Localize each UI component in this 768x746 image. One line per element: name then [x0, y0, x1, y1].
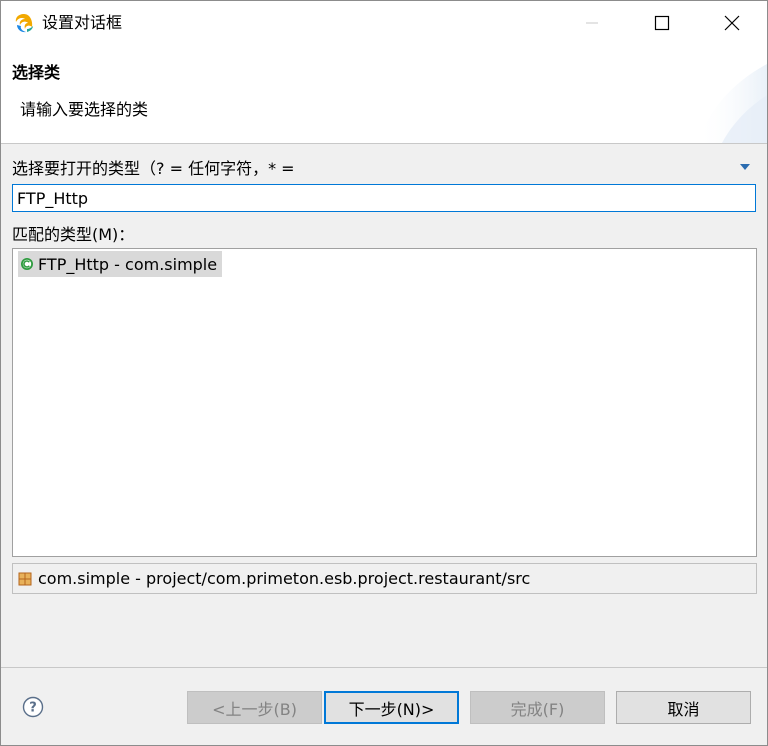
package-status-bar: com.simple - project/com.primeton.esb.pr… [12, 563, 757, 594]
list-item[interactable]: FTP_Http - com.simple [18, 251, 223, 277]
header-banner: 选择类 请输入要选择的类 [1, 45, 767, 144]
matching-types-list[interactable]: FTP_Http - com.simple [12, 248, 757, 557]
banner-title: 选择类 [12, 63, 61, 82]
package-path: com.simple - project/com.primeton.esb.pr… [38, 569, 531, 588]
back-button[interactable]: <上一步(B) [187, 691, 322, 724]
app-logo-icon [15, 14, 33, 33]
title-bar[interactable]: 设置对话框 [1, 1, 767, 45]
close-icon [724, 15, 740, 31]
window-title: 设置对话框 [42, 13, 123, 32]
minimize-button[interactable] [557, 1, 627, 45]
cancel-button[interactable]: 取消 [616, 691, 751, 724]
maximize-button[interactable] [627, 1, 697, 45]
search-label: 选择要打开的类型（? = 任何字符，* = [12, 159, 295, 178]
package-icon [18, 572, 32, 585]
footer-divider [1, 667, 767, 668]
next-button[interactable]: 下一步(N)> [324, 691, 459, 724]
dialog-window: 设置对话框 选择类 请输入要选择的类 选择要打开的类型（? = 任何字符，* =… [0, 0, 768, 746]
maximize-icon [654, 15, 670, 31]
dropdown-menu-icon[interactable] [739, 162, 751, 172]
minimize-icon [586, 22, 598, 24]
finish-button[interactable]: 完成(F) [470, 691, 605, 724]
banner-decoration-icon [697, 64, 767, 143]
matching-types-label: 匹配的类型(M)： [12, 225, 135, 244]
banner-message: 请输入要选择的类 [20, 100, 149, 119]
close-button[interactable] [697, 1, 767, 45]
type-search-input[interactable] [12, 184, 756, 212]
list-item-label: FTP_Http - com.simple [38, 254, 218, 274]
svg-text:?: ? [29, 701, 37, 716]
help-icon[interactable]: ? [22, 696, 44, 718]
class-icon [21, 258, 33, 270]
